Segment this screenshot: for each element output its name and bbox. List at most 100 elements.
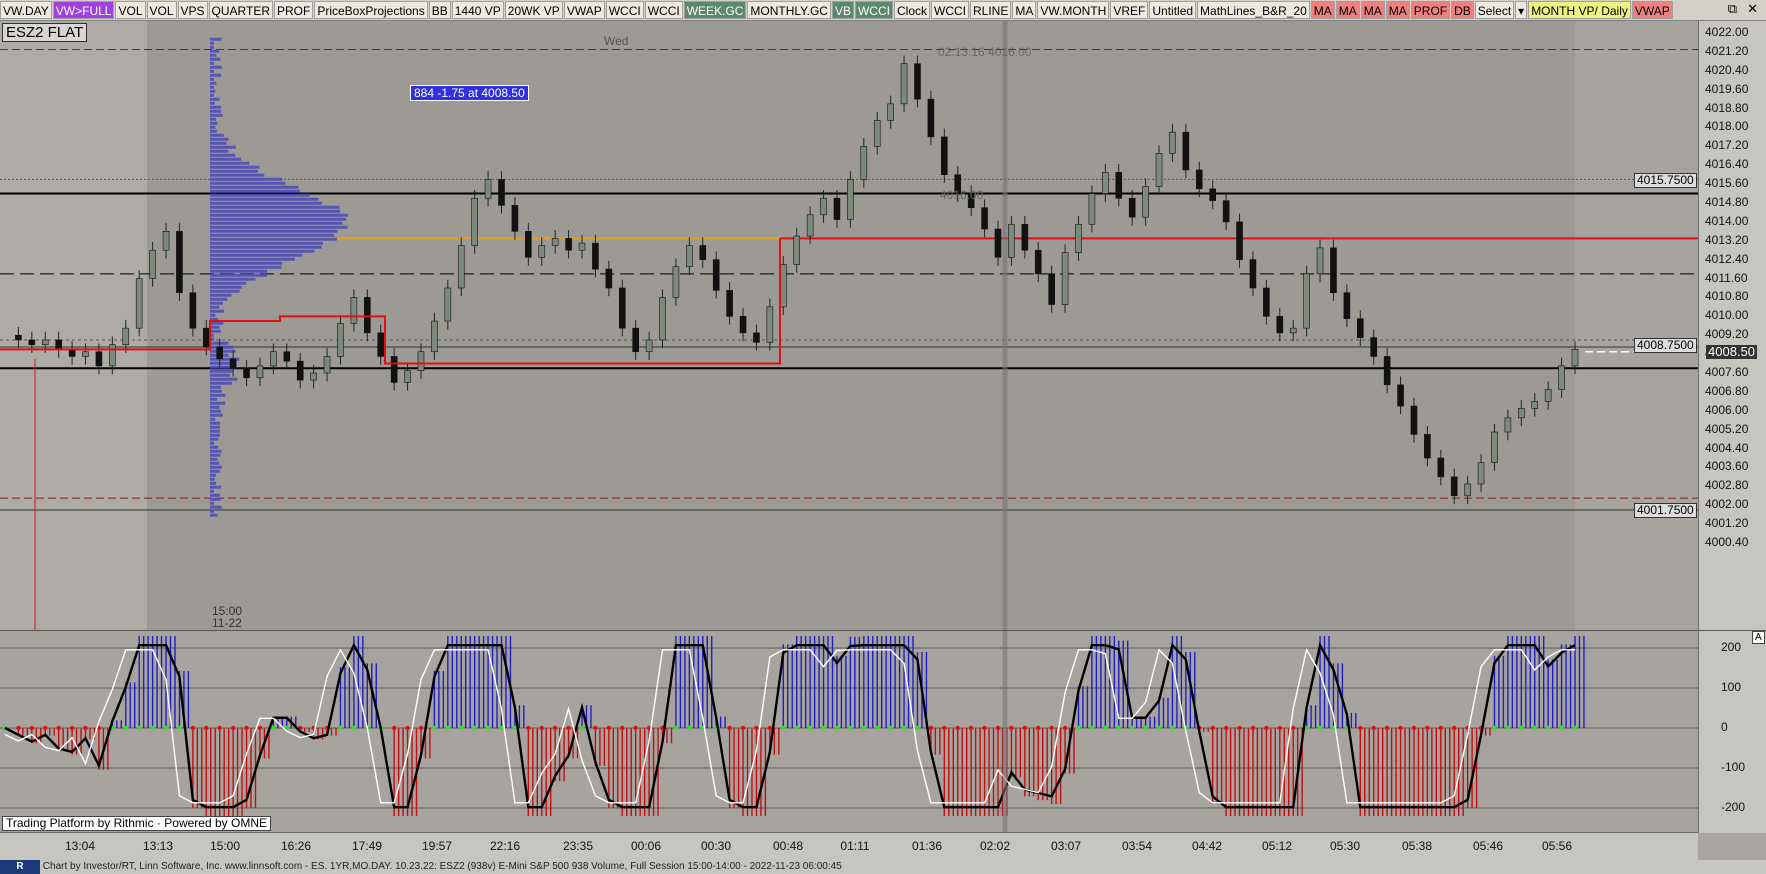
volume-profile-bar — [210, 370, 233, 373]
toolbar-button-ma[interactable]: MA — [1012, 1, 1036, 19]
oscillator-panel[interactable] — [0, 630, 1698, 833]
price-tick-label: 4006.00 — [1705, 403, 1748, 417]
candle-body — [1371, 338, 1377, 357]
price-chart[interactable] — [0, 21, 1698, 630]
time-tick-label: 15:00 — [210, 839, 240, 853]
price-axis[interactable]: 4022.00 4021.20 4020.40 4019.60 4018.80 4018.… — [1698, 21, 1766, 630]
toolbar-button-db[interactable]: DB — [1451, 1, 1474, 19]
toolbar-button-week-gc[interactable]: WEEK.GC — [684, 1, 747, 19]
osc-zero-dot — [942, 726, 946, 730]
candle-body — [472, 198, 478, 245]
toolbar-button-quarter[interactable]: QUARTER — [209, 1, 273, 19]
toolbar-button-vref[interactable]: VREF — [1110, 1, 1148, 19]
volume-profile-bar — [210, 222, 342, 225]
toolbar-button-vw-full[interactable]: VW>FULL — [53, 1, 115, 19]
toolbar-button-vb[interactable]: VB — [832, 1, 854, 19]
osc-zero-dot — [218, 726, 222, 730]
candle-body — [1143, 186, 1149, 217]
toolbar-button-1440-vp[interactable]: 1440 VP — [452, 1, 504, 19]
osc-zero-dot — [1506, 726, 1510, 730]
toolbar-button-mathlines-b-r-20[interactable]: MathLines_B&R_20 — [1197, 1, 1310, 19]
volume-profile-bar — [210, 226, 348, 229]
toolbar-button-bb[interactable]: BB — [429, 1, 451, 19]
candle-body — [431, 321, 437, 352]
toolbar-button-monthly-gc[interactable]: MONTHLY.GC — [747, 1, 831, 19]
volume-profile-bar — [210, 482, 216, 485]
volume-profile-bar — [210, 118, 216, 121]
close-icon[interactable]: ✕ — [1747, 1, 1758, 17]
candle-body — [405, 371, 411, 383]
toolbar-button-vwap[interactable]: VWAP — [1632, 1, 1673, 19]
mid-price-label: 4016.00 — [940, 188, 983, 202]
toolbar-button-wcci[interactable]: WCCI — [645, 1, 683, 19]
toolbar-button-vps[interactable]: VPS — [178, 1, 208, 19]
volume-profile-bar — [210, 498, 221, 501]
candle-body — [941, 137, 947, 175]
candle-body — [391, 356, 397, 382]
time-axis[interactable]: 13:04 13:13 15:00 16:26 17:49 19:57 22:16 23:35… — [0, 832, 1698, 861]
oscillator-corner-tag[interactable]: A — [1752, 631, 1765, 644]
price-tick-label: 4011.60 — [1705, 271, 1748, 285]
toolbar-button-vol[interactable]: VOL — [147, 1, 177, 19]
candle-body — [190, 293, 196, 328]
oscillator-axis[interactable]: 200 100 0 -100 -200 — [1698, 630, 1766, 833]
volume-profile-bar — [210, 278, 255, 281]
candle-body — [364, 297, 370, 332]
toolbar-button-ma[interactable]: MA — [1361, 1, 1385, 19]
osc-zero-dot — [459, 726, 463, 730]
toolbar-button-prof[interactable]: PROF — [1411, 1, 1450, 19]
high-label: 02:13:16 4016.00 — [938, 45, 1031, 59]
toolbar-button-untitled[interactable]: Untitled — [1149, 1, 1196, 19]
toolbar-button-ma[interactable]: MA — [1336, 1, 1360, 19]
volume-profile-bar — [210, 186, 298, 189]
toolbar-button--[interactable]: ▾ — [1515, 1, 1527, 19]
osc-zero-dot — [741, 726, 745, 730]
level-box-label[interactable]: 4015.7500 — [1634, 173, 1697, 188]
volume-profile-bar — [210, 174, 264, 177]
toolbar-button-wcci[interactable]: WCCI — [931, 1, 969, 19]
candle-body — [351, 297, 357, 323]
osc-zero-dot — [1318, 726, 1322, 730]
toolbar-button-vwap[interactable]: VWAP — [564, 1, 605, 19]
toolbar-button-wcci[interactable]: WCCI — [606, 1, 644, 19]
candle-body — [982, 208, 988, 229]
level-box-label[interactable]: 4008.7500 — [1634, 338, 1697, 353]
level-box-label[interactable]: 4001.7500 — [1634, 503, 1697, 518]
osc-zero-dot — [352, 726, 356, 730]
osc-zero-dot — [204, 726, 208, 730]
price-tick-label: 4018.00 — [1705, 119, 1748, 133]
toolbar-button-20wk-vp[interactable]: 20WK VP — [505, 1, 563, 19]
toolbar-button-priceboxprojections[interactable]: PriceBoxProjections — [314, 1, 427, 19]
restore-icon[interactable]: ⧉ — [1728, 1, 1737, 17]
toolbar-button-month-vp-daily[interactable]: MONTH VP/ Daily — [1528, 1, 1631, 19]
candle-body — [1317, 248, 1323, 274]
toolbar-button-wcci[interactable]: WCCI — [855, 1, 893, 19]
candle-body — [257, 366, 263, 378]
volume-profile-bar — [210, 178, 282, 181]
osc-black-line — [5, 645, 1575, 807]
toolbar-button-vw-day[interactable]: VW.DAY — [0, 1, 52, 19]
volume-profile-bar — [210, 454, 220, 457]
volume-profile-bar — [210, 46, 214, 49]
candle-body — [847, 179, 853, 219]
osc-zero-dot — [16, 726, 20, 730]
toolbar-button-clock[interactable]: Clock — [894, 1, 930, 19]
toolbar-button-select[interactable]: Select — [1475, 1, 1514, 19]
candle-body — [1263, 288, 1269, 316]
candle-body — [1250, 260, 1256, 288]
volume-profile-bar — [210, 62, 214, 65]
toolbar-button-rline[interactable]: RLINE — [970, 1, 1011, 19]
osc-zero-dot — [258, 726, 262, 730]
volume-profile-bar — [210, 470, 220, 473]
symbol-label[interactable]: ESZ2 FLAT — [2, 23, 87, 42]
toolbar-button-ma[interactable]: MA — [1386, 1, 1410, 19]
oscillator-tick-label: 0 — [1721, 720, 1728, 734]
toolbar-button-vw-month[interactable]: VW.MONTH — [1037, 1, 1109, 19]
candle-body — [901, 64, 907, 104]
toolbar-button-vol[interactable]: VOL — [115, 1, 145, 19]
osc-zero-dot — [996, 726, 1000, 730]
toolbar-button-prof[interactable]: PROF — [274, 1, 313, 19]
toolbar-button-ma[interactable]: MA — [1311, 1, 1335, 19]
osc-zero-dot — [593, 726, 597, 730]
volume-profile-bar — [210, 214, 348, 217]
